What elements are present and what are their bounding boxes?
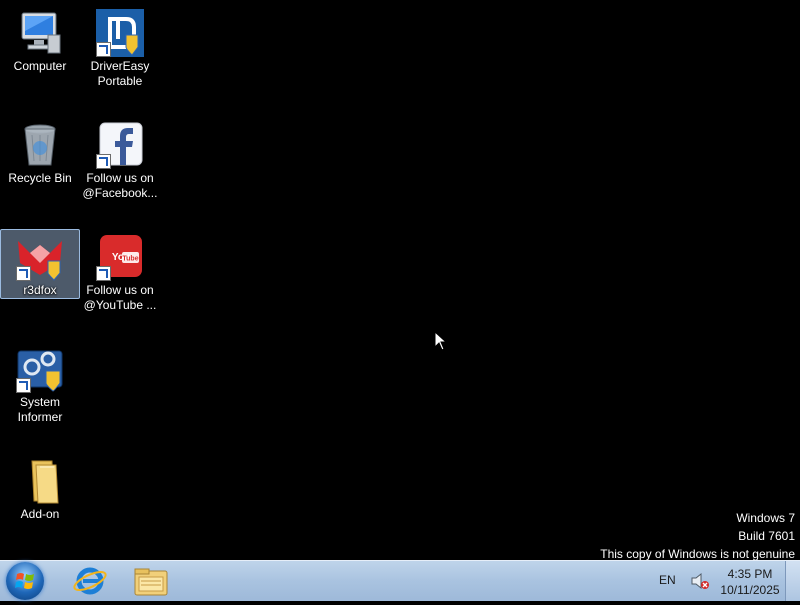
desktop-icon-label: Computer (13, 59, 67, 73)
desktop-icon-r3dfox[interactable]: r3dfox (0, 229, 80, 299)
taskbar-file-explorer-button[interactable] (125, 563, 177, 599)
desktop-icon-label: DriverEasy Portable (90, 59, 150, 88)
desktop-icon-label: System Informer (17, 395, 63, 424)
desktop-icon-label: Add-on (20, 507, 60, 521)
youtube-icon: You Tube (96, 233, 144, 281)
watermark-line: Windows 7 (736, 511, 795, 525)
facebook-icon (96, 121, 144, 169)
volume-muted-icon[interactable] (690, 572, 710, 590)
desktop-icon-facebook[interactable]: Follow us on @Facebook... (81, 118, 159, 201)
clock[interactable]: 4:35 PM 10/11/2025 (715, 566, 785, 598)
desktop-icon-computer[interactable]: Computer (1, 6, 79, 74)
taskbar-internet-explorer-button[interactable] (64, 563, 116, 599)
show-desktop-button[interactable] (785, 561, 800, 601)
svg-text:Tube: Tube (122, 256, 138, 263)
system-informer-icon (16, 345, 64, 393)
start-button[interactable] (6, 562, 44, 600)
windows-watermark: Windows 7 Build 7601 This copy of Window… (600, 509, 795, 563)
drivereasy-icon (96, 9, 144, 57)
shortcut-arrow-icon (96, 42, 111, 57)
watermark-line: Build 7601 (738, 529, 795, 543)
shortcut-arrow-icon (96, 154, 111, 169)
desktop-icon-recycle-bin[interactable]: Recycle Bin (1, 118, 79, 186)
shortcut-arrow-icon (96, 266, 111, 281)
clock-date: 10/11/2025 (720, 583, 780, 597)
r3dfox-icon (16, 233, 64, 281)
recycle-bin-icon (16, 121, 64, 169)
desktop-icon-label: Recycle Bin (8, 171, 72, 185)
taskbar: EN 4:35 PM 10/11/2025 (0, 560, 800, 601)
desktop-icon-system-informer[interactable]: System Informer (1, 342, 79, 425)
folder-icon (16, 457, 64, 505)
desktop[interactable]: Computer DriverEasy Portable Recycle Bin (0, 0, 800, 563)
shortcut-arrow-icon (16, 266, 31, 281)
language-indicator[interactable]: EN (659, 573, 676, 587)
desktop-icon-add-on[interactable]: Add-on (1, 454, 79, 522)
desktop-icon-label: Follow us on @Facebook... (82, 171, 158, 200)
internet-explorer-icon (73, 567, 107, 595)
computer-icon (16, 9, 64, 57)
desktop-icon-drivereasy[interactable]: DriverEasy Portable (81, 6, 159, 89)
windows-logo-icon (15, 573, 34, 589)
shortcut-arrow-icon (16, 378, 31, 393)
desktop-icon-label: Follow us on @YouTube ... (83, 283, 157, 312)
mouse-cursor-icon (434, 331, 448, 351)
desktop-icon-label: r3dfox (23, 283, 57, 297)
desktop-icon-youtube[interactable]: You Tube Follow us on @YouTube ... (81, 230, 159, 313)
file-explorer-icon (134, 568, 168, 596)
clock-time: 4:35 PM (727, 567, 773, 581)
